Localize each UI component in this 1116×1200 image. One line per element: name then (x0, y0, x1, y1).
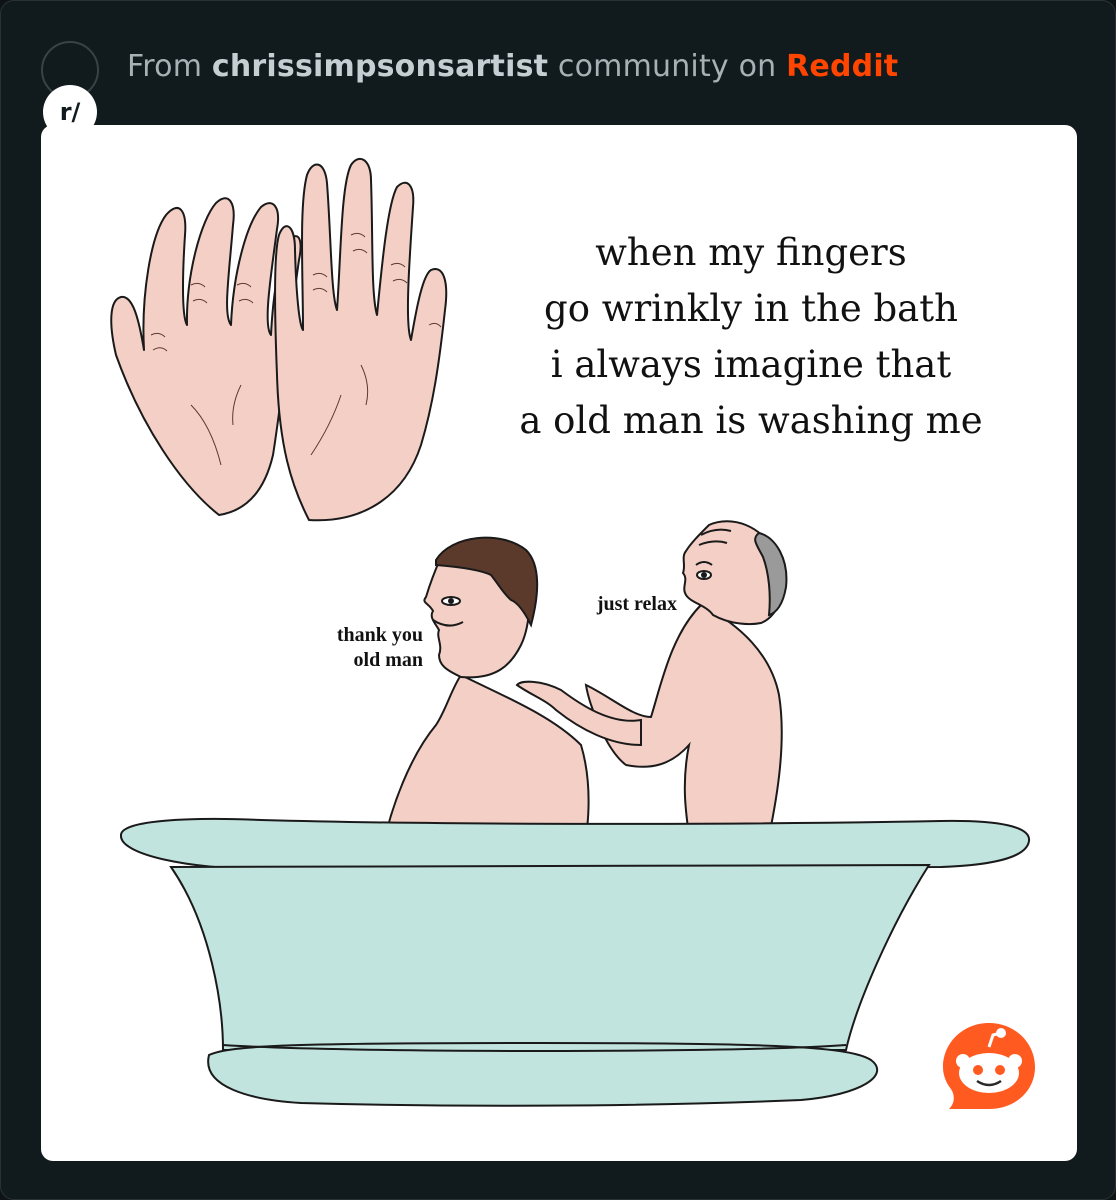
post-header: r/ From chrissimpsonsartist community on… (41, 41, 1081, 139)
post-embed: r/ From chrissimpsonsartist community on… (0, 0, 1116, 1200)
post-image-card[interactable]: when my fingers go wrinkly in the bath i… (41, 125, 1077, 1161)
source-prefix: From (127, 49, 212, 84)
source-line: From chrissimpsonsartist community on Re… (127, 49, 898, 84)
old-man-speech: just relax (596, 593, 677, 615)
wrinkly-hands (110, 157, 448, 522)
caption-line-1: when my fingers (595, 231, 907, 274)
caption-line-2: go wrinkly in the bath (544, 287, 958, 330)
source-middle: community on (548, 49, 787, 84)
left-hand (110, 197, 302, 516)
community-link[interactable]: chrissimpsonsartist (212, 49, 548, 84)
bathtub-body (169, 863, 931, 1051)
caption-line-3: i always imagine that (550, 343, 952, 386)
subreddit-badge[interactable]: r/ (43, 85, 97, 139)
right-hand (274, 157, 448, 522)
bathtub-base (207, 1041, 878, 1107)
bathtub (119, 817, 1031, 1107)
young-man-speech-line-2: old man (353, 649, 423, 671)
young-man-speech-line-1: thank you (336, 624, 423, 646)
reddit-link[interactable]: Reddit (786, 49, 898, 84)
caption-line-4: a old man is washing me (519, 399, 983, 442)
reddit-snoo-icon (943, 1023, 1035, 1109)
young-man-speech: thank you old man (301, 623, 423, 673)
bathtub-rim (119, 817, 1031, 871)
meme-caption: when my fingers go wrinkly in the bath i… (481, 225, 1021, 449)
